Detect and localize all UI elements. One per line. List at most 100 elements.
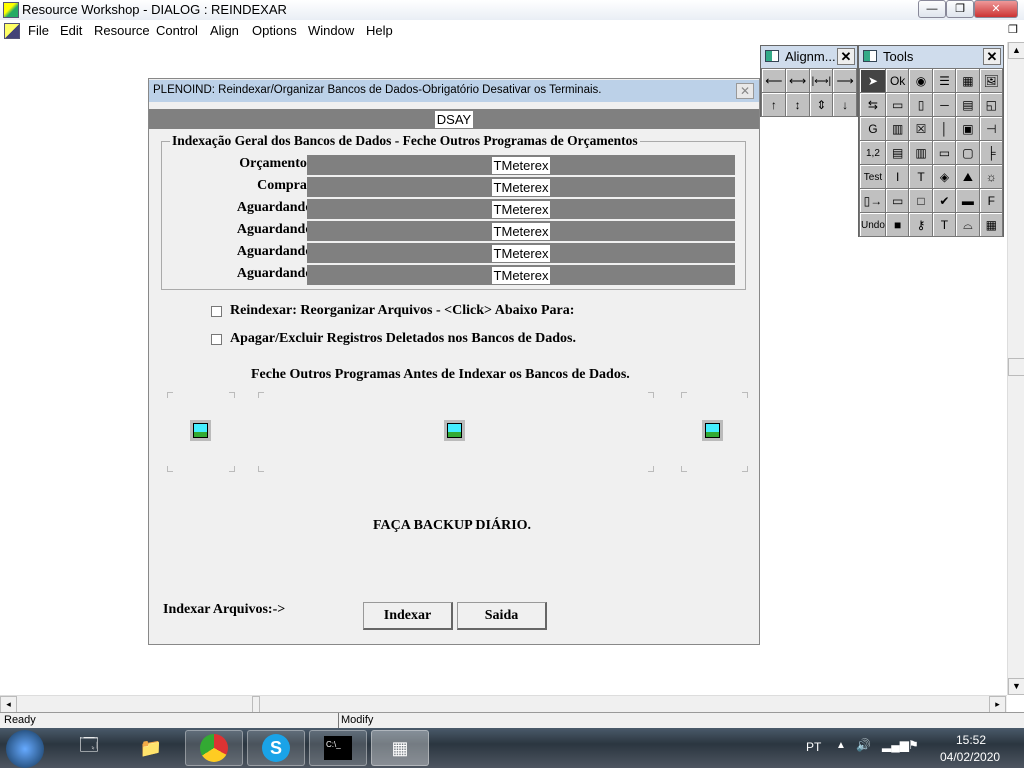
taskbar-skype-icon[interactable]: S bbox=[247, 730, 305, 766]
image-control-left[interactable] bbox=[167, 392, 235, 472]
menu-help[interactable]: Help bbox=[366, 23, 393, 38]
tool-button[interactable]: ⟷ bbox=[785, 69, 809, 92]
alignment-palette-title-bar[interactable]: Alignm... ✕ bbox=[761, 46, 857, 68]
menu-file[interactable]: File bbox=[28, 23, 49, 38]
system-menu-icon[interactable] bbox=[4, 23, 20, 39]
tool-button[interactable]: Test bbox=[860, 165, 885, 188]
tool-button[interactable]: ⊣ bbox=[979, 117, 1002, 140]
tool-button[interactable]: ▤ bbox=[885, 141, 909, 164]
taskbar-cmd-icon[interactable]: C:\_ bbox=[309, 730, 367, 766]
alignment-palette-close-icon[interactable]: ✕ bbox=[837, 48, 855, 65]
clock-time[interactable]: 15:52 bbox=[956, 733, 986, 747]
tool-button[interactable]: ▢ bbox=[956, 141, 979, 164]
index-button[interactable]: Indexar bbox=[363, 602, 453, 630]
tool-button[interactable]: T bbox=[932, 213, 956, 236]
purge-deleted-checkbox-label[interactable]: Apagar/Excluir Registros Deletados nos B… bbox=[230, 331, 576, 347]
tools-palette-title-bar[interactable]: Tools ✕ bbox=[859, 46, 1003, 68]
horizontal-scrollbar[interactable]: ◂ ▸ bbox=[0, 695, 1007, 713]
hscroll-thumb[interactable] bbox=[252, 696, 260, 713]
taskbar-explorer-icon[interactable]: 🗔 bbox=[60, 730, 118, 766]
tool-button[interactable]: 1,2 bbox=[860, 141, 885, 164]
menu-control[interactable]: Control bbox=[156, 23, 198, 38]
tool-button[interactable]: ▯ bbox=[909, 93, 932, 116]
action-center-flag-icon[interactable]: ⚑ bbox=[908, 738, 919, 752]
tmeterex-control[interactable]: TMeterex bbox=[307, 265, 735, 285]
taskbar-chrome-icon[interactable] bbox=[185, 730, 243, 766]
tools-palette-close-icon[interactable]: ✕ bbox=[983, 48, 1001, 65]
tool-button[interactable]: ☼ bbox=[979, 165, 1002, 188]
dialog-close-button[interactable]: ✕ bbox=[736, 83, 754, 99]
minimize-button[interactable]: — bbox=[918, 0, 946, 18]
tool-button[interactable]: ▥ bbox=[909, 141, 932, 164]
tool-button[interactable]: Ok bbox=[885, 69, 909, 92]
scroll-right-button[interactable]: ▸ bbox=[989, 696, 1006, 713]
tmeterex-control[interactable]: TMeterex bbox=[307, 155, 735, 175]
tool-button[interactable]: ▭ bbox=[885, 189, 909, 212]
tmeterex-control[interactable]: TMeterex bbox=[307, 199, 735, 219]
tool-button[interactable]: ⟶ bbox=[833, 69, 856, 92]
tool-button[interactable]: ⌓ bbox=[956, 213, 979, 236]
tool-button[interactable]: ▦ bbox=[979, 213, 1002, 236]
scroll-thumb[interactable] bbox=[1008, 358, 1024, 376]
tool-button[interactable]: ↑ bbox=[762, 93, 785, 116]
menu-resource[interactable]: Resource bbox=[94, 23, 150, 38]
menu-align[interactable]: Align bbox=[210, 23, 239, 38]
tool-button[interactable]: ▬ bbox=[956, 189, 979, 212]
taskbar-resource-workshop-icon[interactable]: ▦ bbox=[371, 730, 429, 766]
scroll-left-button[interactable]: ◂ bbox=[0, 696, 17, 713]
mdi-restore-icon[interactable]: ❐ bbox=[1008, 23, 1018, 36]
tool-button[interactable]: ⛰ bbox=[956, 165, 979, 188]
tool-button[interactable]: ▯→ bbox=[860, 189, 885, 212]
taskbar-folder-icon[interactable]: 📁 bbox=[122, 730, 180, 766]
reindex-checkbox-label[interactable]: Reindexar: Reorganizar Arquivos - <Click… bbox=[230, 303, 574, 319]
tool-button[interactable]: ▤ bbox=[956, 93, 979, 116]
tool-button[interactable]: ↓ bbox=[833, 93, 856, 116]
tmeterex-control[interactable]: TMeterex bbox=[307, 177, 735, 197]
tool-button[interactable]: ◱ bbox=[979, 93, 1002, 116]
dsay-control[interactable]: DSAY bbox=[149, 109, 759, 129]
tool-button[interactable]: ↕ bbox=[785, 93, 809, 116]
scroll-down-button[interactable]: ▼ bbox=[1008, 678, 1024, 695]
tool-button[interactable]: ▥ bbox=[885, 117, 909, 140]
tool-button[interactable]: ◈ bbox=[932, 165, 956, 188]
reindex-checkbox[interactable] bbox=[211, 306, 222, 317]
tool-button[interactable]: ⇕ bbox=[809, 93, 833, 116]
menu-edit[interactable]: Edit bbox=[60, 23, 82, 38]
tool-button[interactable]: ➤ bbox=[860, 69, 885, 92]
tool-button[interactable]: ☰ bbox=[932, 69, 956, 92]
tool-button[interactable]: ─ bbox=[932, 93, 956, 116]
menu-options[interactable]: Options bbox=[252, 23, 297, 38]
tmeterex-control[interactable]: TMeterex bbox=[307, 243, 735, 263]
tool-button[interactable]: ▭ bbox=[932, 141, 956, 164]
tool-button[interactable]: I bbox=[885, 165, 909, 188]
tray-expand-icon[interactable]: ▲ bbox=[836, 740, 846, 751]
tool-button[interactable]: ▣ bbox=[956, 117, 979, 140]
tool-button[interactable]: ╞ bbox=[979, 141, 1002, 164]
exit-button[interactable]: Saida bbox=[457, 602, 547, 630]
tool-button[interactable]: ✔ bbox=[932, 189, 956, 212]
tool-button[interactable]: ⚷ bbox=[909, 213, 932, 236]
tool-button[interactable]: □ bbox=[909, 189, 932, 212]
tool-button[interactable]: G bbox=[860, 117, 885, 140]
tool-button[interactable]: ◉ bbox=[909, 69, 932, 92]
volume-icon[interactable]: 🔊 bbox=[856, 738, 871, 752]
tool-button[interactable]: ■ bbox=[885, 213, 909, 236]
tool-button[interactable]: │ bbox=[932, 117, 956, 140]
tool-button[interactable]: Undo bbox=[860, 213, 885, 236]
scroll-up-button[interactable]: ▲ bbox=[1008, 42, 1024, 59]
restore-button[interactable]: ❐ bbox=[946, 0, 974, 18]
tool-button[interactable]: |⟷| bbox=[809, 69, 833, 92]
menu-window[interactable]: Window bbox=[308, 23, 354, 38]
tool-button[interactable]: ▭ bbox=[885, 93, 909, 116]
image-control-center[interactable] bbox=[258, 392, 654, 472]
start-button[interactable] bbox=[6, 730, 44, 768]
tmeterex-control[interactable]: TMeterex bbox=[307, 221, 735, 241]
tool-button[interactable]: ▦ bbox=[956, 69, 979, 92]
language-indicator[interactable]: PT bbox=[806, 740, 821, 754]
signal-icon[interactable]: ▂▄▆ bbox=[882, 738, 909, 752]
clock-date[interactable]: 04/02/2020 bbox=[940, 750, 1000, 764]
close-button[interactable]: ✕ bbox=[974, 0, 1018, 18]
tool-button[interactable]: ⟵ bbox=[762, 69, 785, 92]
tool-button[interactable]: F bbox=[979, 189, 1002, 212]
purge-deleted-checkbox[interactable] bbox=[211, 334, 222, 345]
